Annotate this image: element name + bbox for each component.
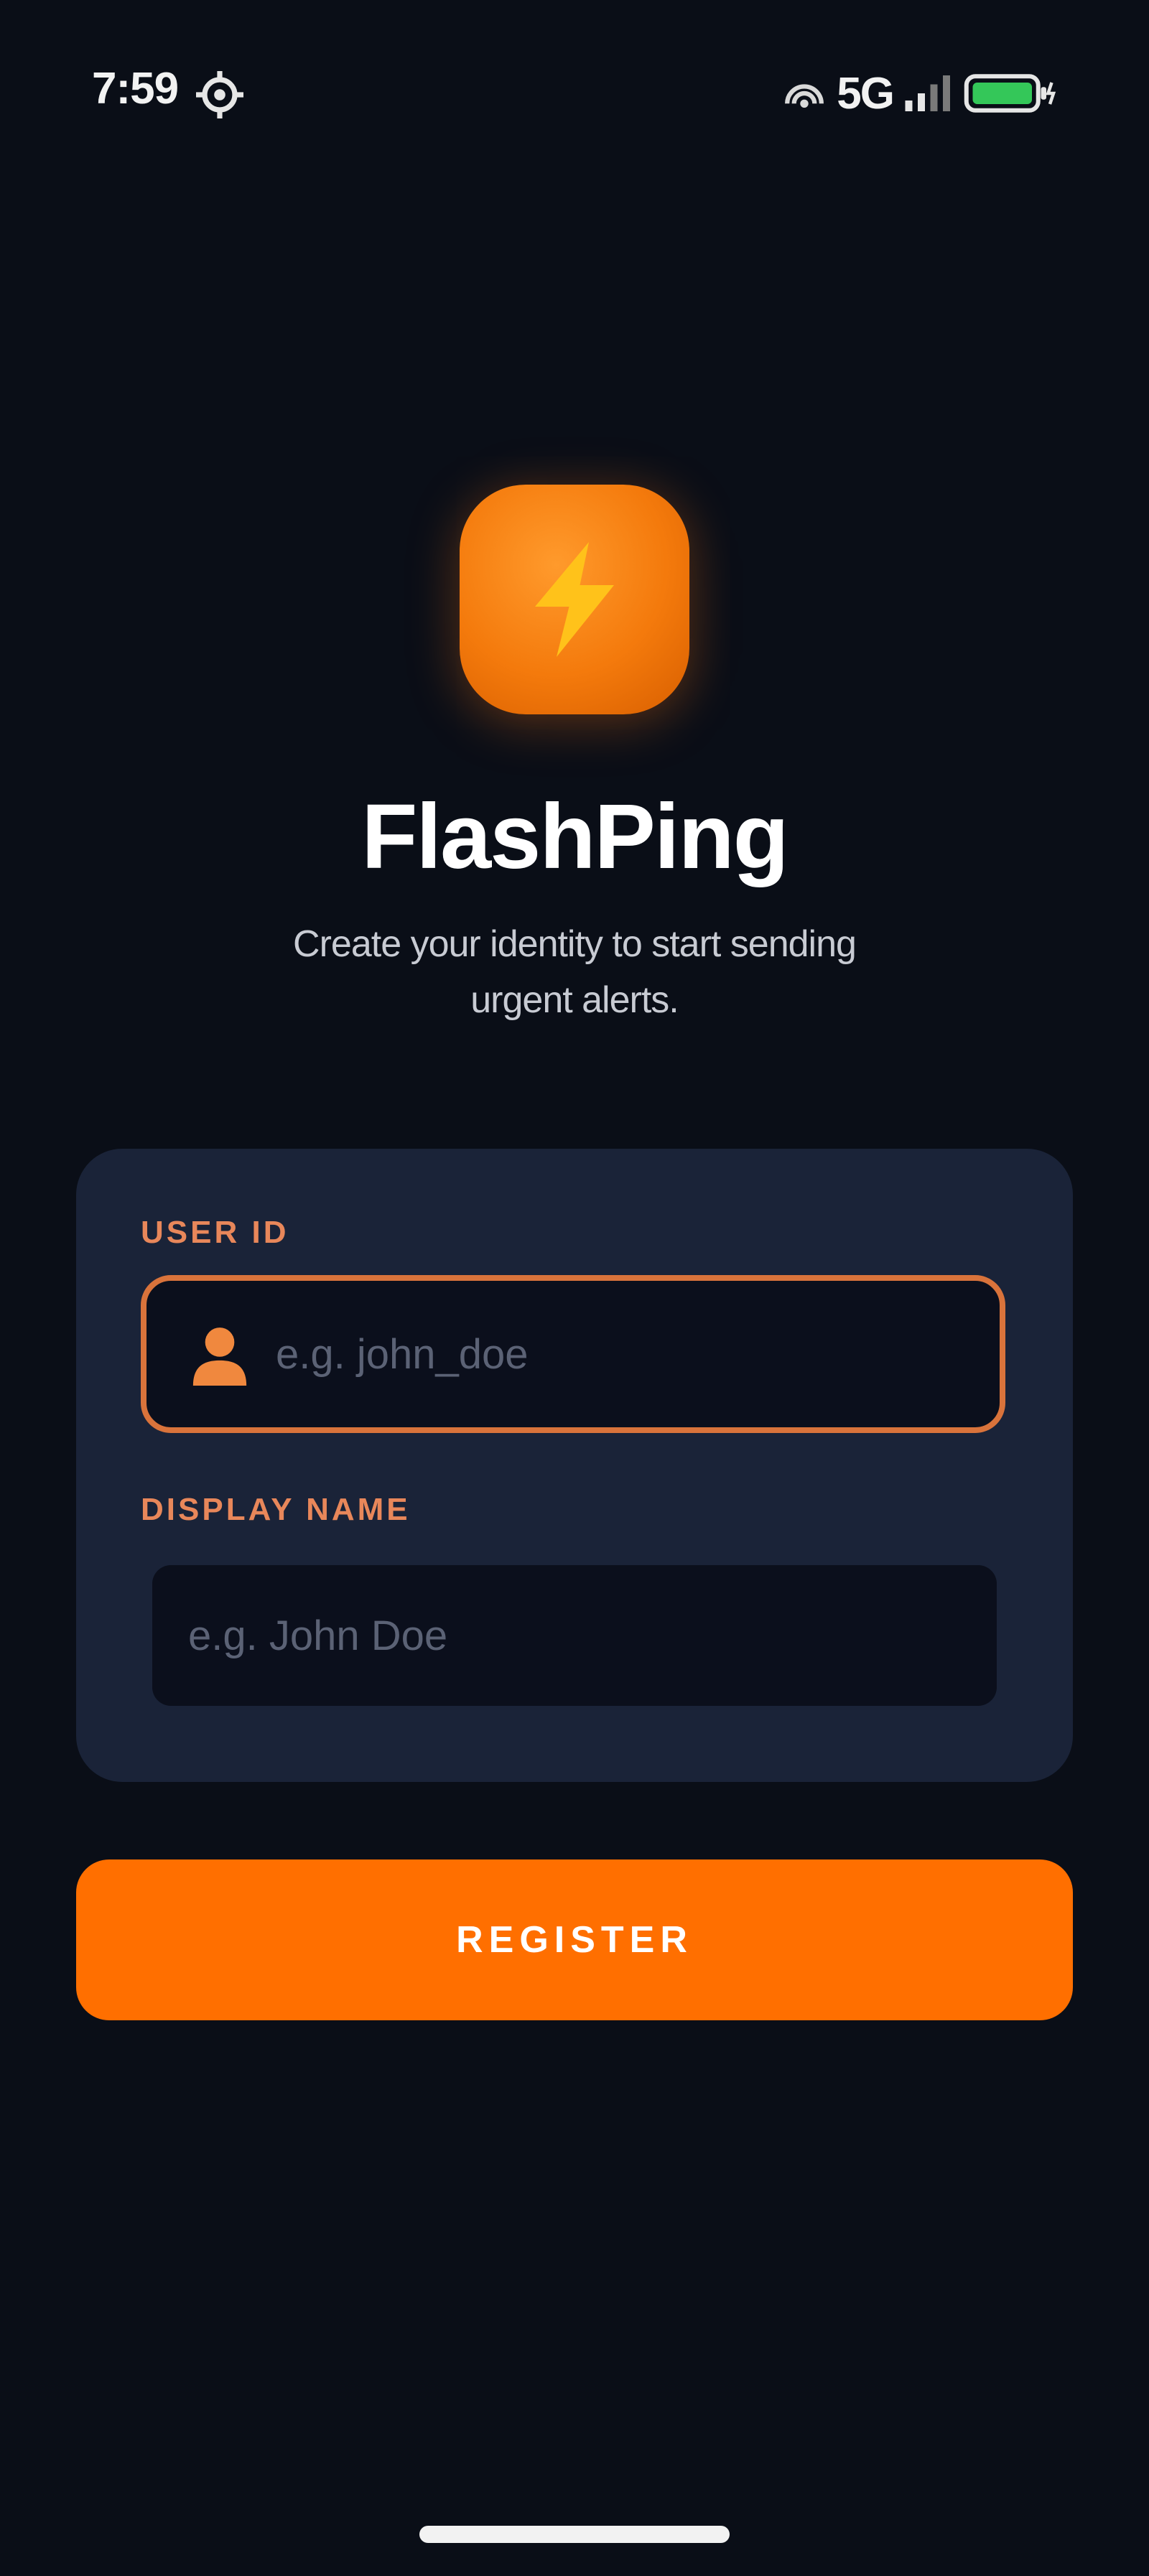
location-target-icon <box>196 71 243 118</box>
app-name: FlashPing <box>361 785 789 888</box>
signal-icon <box>905 75 950 111</box>
status-time: 7:59 <box>92 64 179 113</box>
registration-form-card: USER ID DISPLAY NAME <box>76 1149 1073 1782</box>
user-id-input[interactable] <box>276 1281 980 1427</box>
lightning-bolt-icon <box>535 542 614 657</box>
register-button[interactable]: REGISTER <box>76 1859 1073 2020</box>
status-bar: 7:59 5G <box>0 0 1149 187</box>
user-icon <box>192 1327 247 1386</box>
user-id-label: USER ID <box>141 1215 289 1250</box>
user-id-field[interactable] <box>141 1275 1005 1433</box>
hotspot-icon <box>785 84 824 108</box>
status-indicators: 5G <box>782 66 1057 121</box>
network-type: 5G <box>837 68 895 118</box>
battery-charging-icon <box>964 74 1056 113</box>
display-name-label: DISPLAY NAME <box>141 1492 411 1527</box>
app-logo <box>460 485 689 714</box>
home-indicator[interactable] <box>419 2526 730 2543</box>
display-name-input[interactable] <box>152 1565 997 1706</box>
app-tagline: Create your identity to start sending ur… <box>293 923 857 1021</box>
